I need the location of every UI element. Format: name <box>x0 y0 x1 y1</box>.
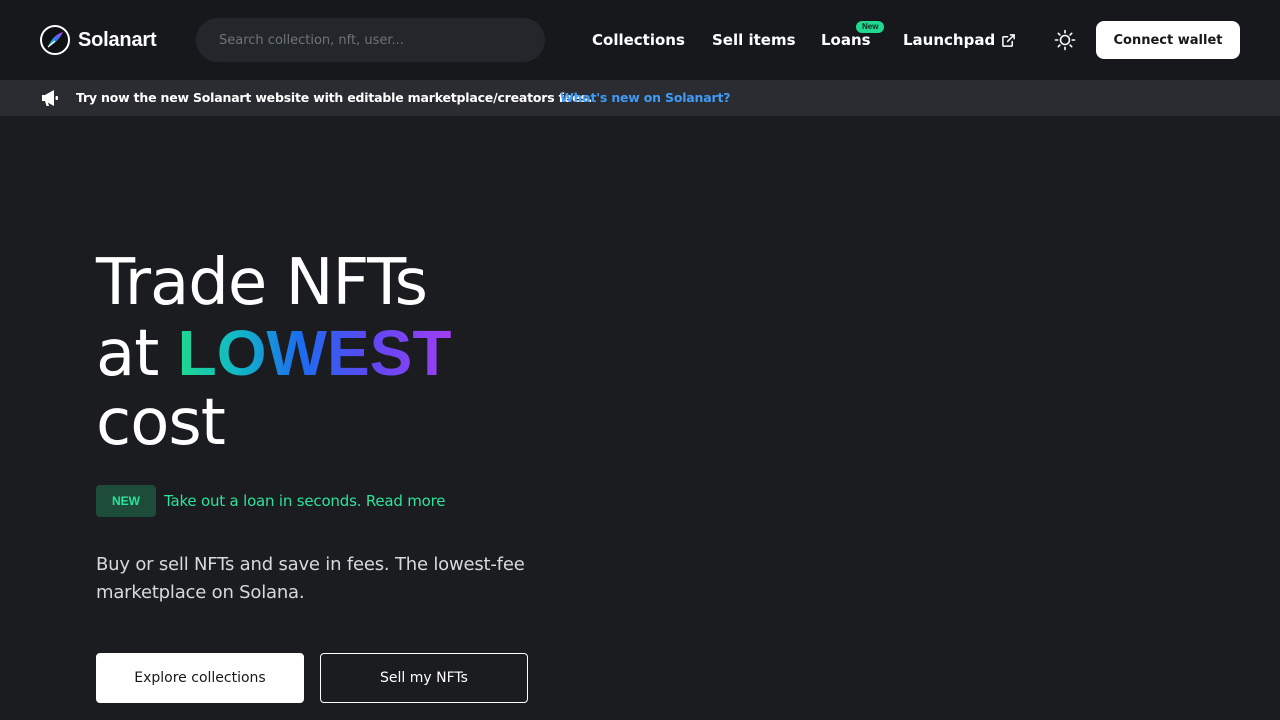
sun-icon[interactable] <box>1054 29 1076 51</box>
nav-launchpad-label: Launchpad <box>903 31 996 49</box>
megaphone-icon <box>42 90 58 106</box>
hero-title-line2: at LOWEST <box>96 318 451 389</box>
loans-new-badge: New <box>856 21 885 33</box>
sell-my-nfts-button[interactable]: Sell my NFTs <box>320 653 528 703</box>
announcement-text: Try now the new Solanart website with ed… <box>76 90 593 105</box>
external-link-icon <box>1002 33 1016 47</box>
hero-description: Buy or sell NFTs and save in fees. The l… <box>96 554 525 603</box>
nav-sell-items[interactable]: Sell items <box>712 31 796 49</box>
whats-new-link[interactable]: What's new on Solanart? <box>560 90 730 105</box>
hero-title-prefix: at <box>96 317 159 391</box>
nav-collections[interactable]: Collections <box>592 31 685 49</box>
hero-title-line1: Trade NFTs <box>96 246 428 320</box>
loan-read-more-link[interactable]: Take out a loan in seconds. Read more <box>164 492 446 510</box>
top-header: Solanart Collections Sell items Loans Ne… <box>0 0 1280 80</box>
search-input[interactable] <box>196 18 545 62</box>
solanart-logo-icon <box>40 25 70 55</box>
hero-title-line3: cost <box>96 386 226 460</box>
new-badge: NEW <box>96 485 156 517</box>
brand-name: Solanart <box>78 28 157 51</box>
hero-title-highlight: LOWEST <box>177 317 452 389</box>
explore-collections-button[interactable]: Explore collections <box>96 653 304 703</box>
nav-launchpad[interactable]: Launchpad <box>903 31 1016 49</box>
nav-loans[interactable]: Loans <box>821 31 871 49</box>
solanart-logo[interactable]: Solanart <box>40 25 157 55</box>
connect-wallet-button[interactable]: Connect wallet <box>1096 21 1240 59</box>
